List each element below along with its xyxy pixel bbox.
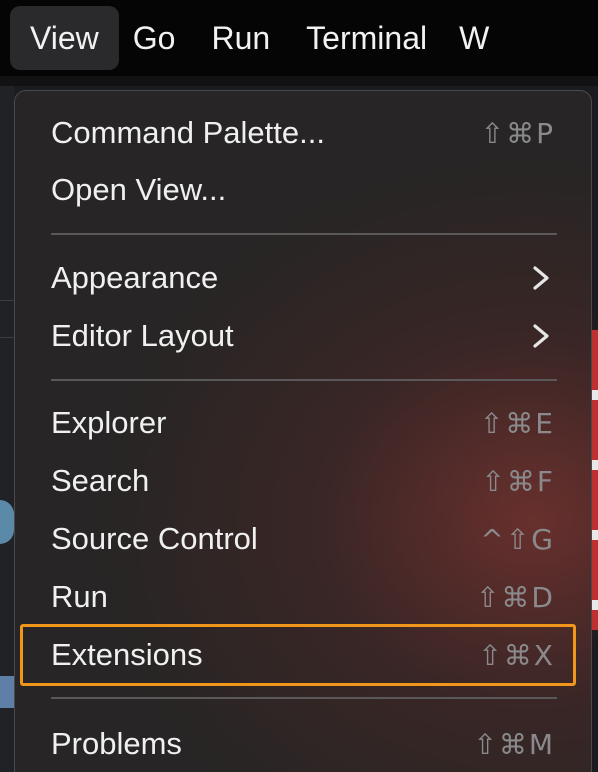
menu-separator — [51, 233, 557, 235]
background-divider — [0, 300, 14, 338]
menu-item-shortcut: ⇧⌘E — [479, 406, 555, 440]
menubar-terminal[interactable]: Terminal — [290, 6, 447, 70]
menu-item-shortcut: ^⇧G — [480, 522, 555, 556]
menu-item-shortcut: ⇧⌘D — [475, 580, 555, 614]
menu-item-label: Open View... — [51, 172, 227, 207]
menubar-run[interactable]: Run — [195, 6, 290, 70]
menu-item-search[interactable]: Search ⇧⌘F — [15, 453, 591, 509]
menu-item-appearance[interactable]: Appearance — [15, 250, 591, 306]
extensions-highlight — [20, 624, 576, 686]
menu-item-label: Appearance — [51, 260, 219, 295]
screen: View Go Run Terminal W Command Palette..… — [0, 0, 598, 772]
view-menu: Command Palette... ⇧⌘P Open View... Appe… — [14, 90, 592, 772]
background-sidebar — [0, 86, 14, 772]
chevron-right-icon — [533, 324, 549, 348]
menu-item-label: Command Palette... — [51, 115, 325, 150]
menu-separator — [51, 697, 557, 699]
background-stripe — [592, 330, 598, 630]
menu-item-open-view[interactable]: Open View... — [15, 162, 591, 218]
menu-item-label: Search — [51, 463, 150, 498]
menu-item-label: Problems — [51, 726, 182, 761]
menu-separator — [51, 379, 557, 381]
menu-item-shortcut: ⇧⌘M — [473, 727, 555, 761]
menu-item-shortcut: ⇧⌘F — [481, 464, 555, 498]
background-selection — [0, 676, 14, 708]
menu-item-editor-layout[interactable]: Editor Layout — [15, 308, 591, 364]
menu-item-label: Run — [51, 579, 108, 614]
menubar: View Go Run Terminal W — [0, 0, 598, 76]
menu-item-run[interactable]: Run ⇧⌘D — [15, 569, 591, 625]
menu-item-problems[interactable]: Problems ⇧⌘M — [15, 716, 591, 772]
menubar-view[interactable]: View — [10, 6, 119, 70]
menu-item-command-palette[interactable]: Command Palette... ⇧⌘P — [15, 105, 591, 161]
menu-item-source-control[interactable]: Source Control ^⇧G — [15, 511, 591, 567]
menu-item-label: Editor Layout — [51, 318, 234, 353]
menu-item-label: Source Control — [51, 521, 258, 556]
menubar-go[interactable]: Go — [119, 6, 196, 70]
chevron-right-icon — [533, 266, 549, 290]
menubar-window[interactable]: W — [447, 6, 509, 70]
menu-item-shortcut: ⇧⌘P — [480, 116, 555, 150]
menu-item-label: Explorer — [51, 405, 167, 440]
menu-item-explorer[interactable]: Explorer ⇧⌘E — [15, 395, 591, 451]
